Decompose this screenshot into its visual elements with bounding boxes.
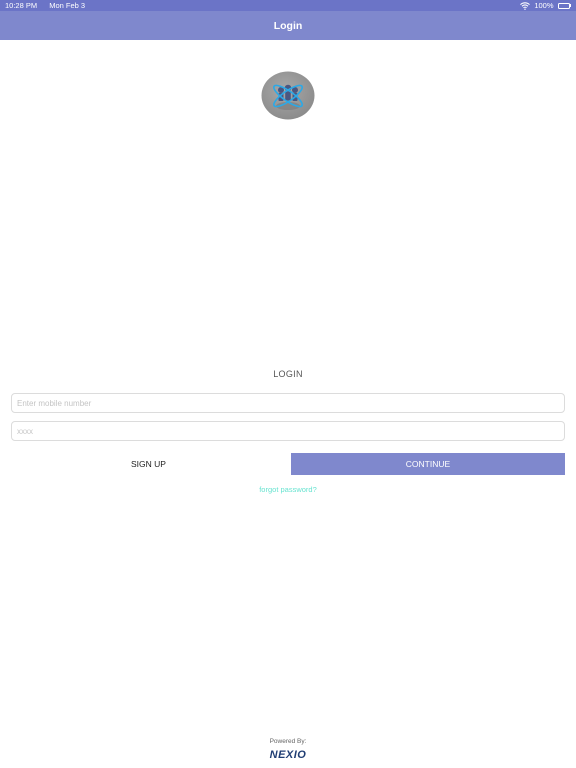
status-bar: 10:28 PM Mon Feb 3 100% <box>0 0 576 11</box>
password-input[interactable] <box>11 421 565 441</box>
wifi-icon <box>520 1 531 10</box>
battery-icon <box>557 2 571 9</box>
mobile-number-input[interactable] <box>11 393 565 413</box>
sign-up-button[interactable]: SIGN UP <box>11 453 286 475</box>
forgot-password-link[interactable]: forgot password? <box>0 485 576 494</box>
page-title: Login <box>273 19 303 32</box>
battery-percent: 100% <box>534 1 554 10</box>
status-time: 10:28 PM <box>5 1 38 10</box>
status-bar-left: 10:28 PM Mon Feb 3 <box>5 1 95 10</box>
footer: Powered By: NEXIO <box>0 738 576 763</box>
app-logo <box>261 71 315 120</box>
brand-logo: NEXIO <box>269 749 307 761</box>
status-date: Mon Feb 3 <box>49 1 86 10</box>
powered-by-label: Powered By: <box>269 738 307 745</box>
nav-bar: Login <box>0 11 576 40</box>
login-heading: LOGIN <box>273 369 303 379</box>
continue-button[interactable]: CONTINUE <box>291 453 565 475</box>
status-bar-right: 100% <box>520 1 571 10</box>
